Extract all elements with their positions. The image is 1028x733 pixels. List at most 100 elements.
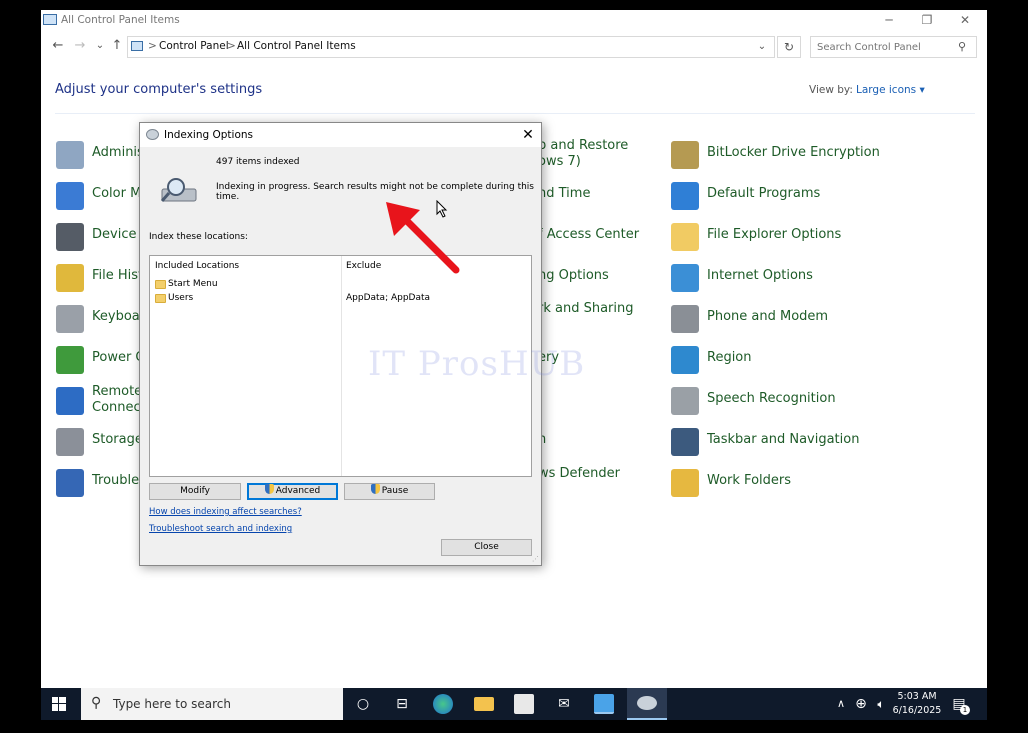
control-panel-item-label: Region: [707, 350, 752, 365]
remoteapp-icon: [56, 387, 84, 415]
dialog-title-bar[interactable]: Indexing Options ✕: [140, 123, 541, 147]
control-panel-item-label: Keyboar: [92, 309, 146, 324]
column-header-exclude: Exclude: [346, 261, 382, 271]
search-icon[interactable]: ⚲: [958, 40, 972, 54]
default-programs-icon: [671, 182, 699, 210]
advanced-button[interactable]: Advanced: [247, 483, 338, 500]
control-panel-item-label: Work Folders: [707, 473, 791, 488]
red-arrow-annotation: [386, 202, 460, 274]
watermark: IT ProsHUB: [368, 344, 586, 384]
control-panel-item-label: Taskbar and Navigation: [707, 432, 860, 447]
location-name: Users: [168, 293, 194, 303]
bitlocker-icon: [671, 141, 699, 169]
breadcrumb-separator: >: [148, 40, 157, 52]
taskbar-search-box[interactable]: ⚲ Type here to search: [81, 688, 343, 720]
control-panel-item-label: ws Defender l: [538, 466, 620, 497]
index-locations-label: Index these locations:: [149, 232, 248, 242]
view-by-label: View by:: [809, 84, 853, 96]
taskbar-search-placeholder: Type here to search: [113, 697, 231, 711]
location-exclude: AppData; AppData: [346, 293, 431, 303]
troubleshooting-icon: [56, 469, 84, 497]
indexing-help-link[interactable]: How does indexing affect searches?: [149, 507, 302, 517]
up-button[interactable]: ↑: [108, 38, 126, 54]
admin-tools-icon: [56, 141, 84, 169]
control-panel-item[interactable]: File Explorer Options: [671, 221, 861, 253]
list-item[interactable]: Start Menu: [155, 278, 535, 292]
back-button[interactable]: ←: [49, 38, 67, 54]
taskbar-icon: [671, 428, 699, 456]
storage-spaces-icon: [56, 428, 84, 456]
device-manager-icon: [56, 223, 84, 251]
list-item[interactable]: Users AppData; AppData: [155, 292, 535, 306]
close-icon[interactable]: ✕: [517, 125, 539, 145]
store-icon[interactable]: [514, 694, 534, 714]
microphone-icon: [671, 387, 699, 415]
control-panel-item-label: Storage: [92, 432, 143, 447]
control-panel-item[interactable]: Taskbar and Navigation: [671, 426, 861, 458]
window-title: All Control Panel Items: [61, 14, 180, 26]
edge-icon[interactable]: [433, 694, 453, 714]
items-indexed-count: 497 items indexed: [216, 157, 300, 167]
control-panel-item[interactable]: Internet Options: [671, 262, 861, 294]
recent-locations-button[interactable]: ⌄: [91, 38, 109, 54]
troubleshoot-link[interactable]: Troubleshoot search and indexing: [149, 524, 292, 534]
minimize-button[interactable]: ─: [871, 11, 907, 31]
refresh-icon[interactable]: ↻: [777, 36, 801, 58]
control-panel-item[interactable]: Speech Recognition: [671, 385, 861, 417]
address-bar[interactable]: > Control Panel > All Control Panel Item…: [127, 36, 775, 58]
windows-icon: [52, 697, 66, 711]
close-window-button[interactable]: ✕: [947, 11, 983, 31]
resize-grip-icon[interactable]: ⋰: [532, 555, 540, 563]
title-bar[interactable]: All Control Panel Items ─ ❐ ✕: [41, 10, 987, 32]
cortana-icon[interactable]: ○: [353, 694, 373, 714]
chevron-down-icon: ▾: [919, 84, 925, 96]
indexing-options-taskbar-button[interactable]: [627, 688, 667, 720]
control-panel-item[interactable]: Region: [671, 344, 861, 376]
mail-icon[interactable]: ✉: [554, 694, 574, 714]
network-icon[interactable]: ⊕: [851, 694, 871, 714]
file-history-icon: [56, 264, 84, 292]
indexing-icon: [637, 696, 657, 710]
taskbar: ⚲ Type here to search ○ ⊟ ✉ ∧ ⊕ 🔈︎ 5:03 …: [41, 688, 987, 720]
control-panel-item-label: p and Restore ows 7): [538, 138, 629, 169]
control-panel-icon: [131, 41, 143, 51]
breadcrumb-control-panel[interactable]: Control Panel: [159, 40, 229, 52]
color-management-icon: [56, 182, 84, 210]
search-box[interactable]: ⚲: [810, 36, 977, 58]
file-explorer-icon[interactable]: [474, 697, 494, 711]
control-panel-item-label: BitLocker Drive Encryption: [707, 145, 880, 160]
control-panel-item-label: f Access Center: [538, 227, 640, 242]
indexing-status: Indexing in progress. Search results mig…: [216, 182, 534, 202]
view-by-value: Large icons: [856, 84, 917, 96]
advanced-button-label: Advanced: [275, 486, 321, 496]
breadcrumb-separator: >: [227, 40, 236, 52]
control-panel-item-label: Troubles: [92, 473, 146, 488]
pause-button[interactable]: Pause: [344, 483, 435, 500]
pause-button-label: Pause: [381, 486, 409, 496]
control-panel-item[interactable]: BitLocker Drive Encryption: [671, 139, 880, 171]
forward-button[interactable]: →: [71, 38, 89, 54]
breadcrumb-all-items[interactable]: All Control Panel Items: [237, 40, 356, 52]
close-button[interactable]: Close: [441, 539, 532, 556]
control-panel-item[interactable]: Work Folders: [671, 467, 861, 499]
search-icon: ⚲: [91, 695, 102, 711]
indexing-icon: [146, 129, 159, 140]
keyboard-icon: [56, 305, 84, 333]
view-by-dropdown[interactable]: Large icons ▾: [856, 84, 925, 96]
control-panel-taskbar-icon[interactable]: [594, 694, 614, 714]
control-panel-item[interactable]: Default Programs: [671, 180, 861, 212]
control-panel-item-label: ng Options: [538, 268, 609, 283]
control-panel-item-label: nd Time: [538, 186, 591, 201]
control-panel-item-label: Adminis: [92, 145, 144, 160]
task-view-icon[interactable]: ⊟: [392, 694, 412, 714]
dialog-title: Indexing Options: [164, 129, 253, 141]
search-input[interactable]: [817, 40, 957, 55]
address-dropdown-icon[interactable]: ⌄: [752, 37, 772, 57]
show-hidden-icons-chevron[interactable]: ∧: [831, 694, 851, 714]
start-button[interactable]: [52, 697, 66, 711]
clock[interactable]: 5:03 AM 6/16/2025: [887, 690, 947, 718]
modify-button[interactable]: Modify: [149, 483, 241, 500]
restore-button[interactable]: ❐: [909, 11, 945, 31]
control-panel-item[interactable]: Phone and Modem: [671, 303, 861, 335]
region-icon: [671, 346, 699, 374]
